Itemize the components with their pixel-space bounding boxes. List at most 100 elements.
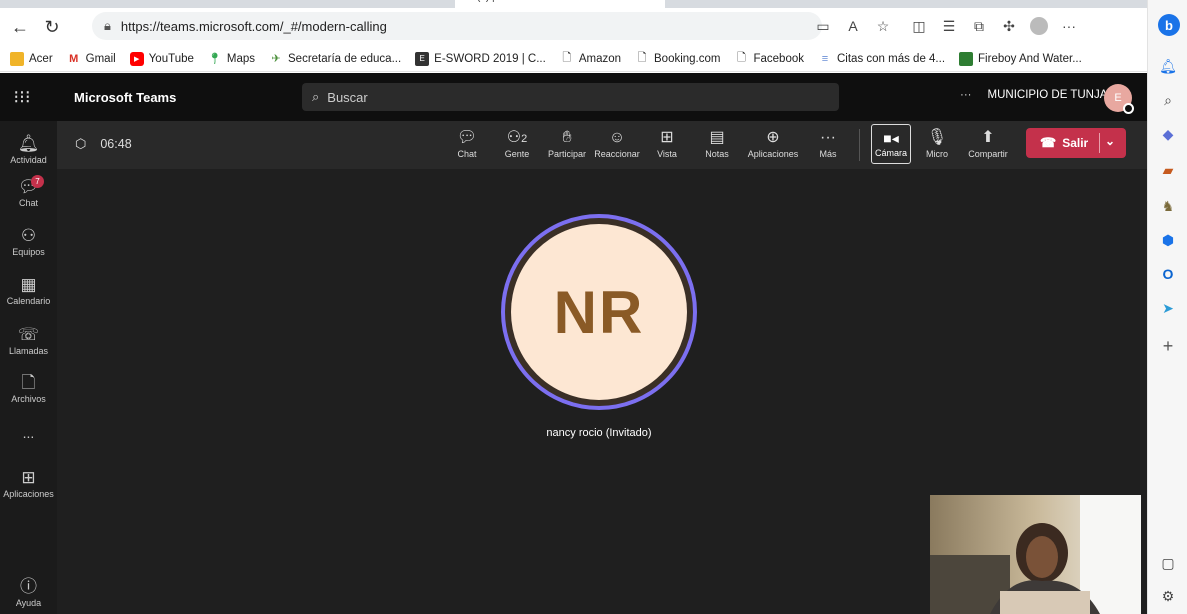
browser-tab-active[interactable]: (9) | Microsoft Teams: [455, 0, 665, 8]
teams-left-rail: 🔔︎ Actividad 💬︎ 7 Chat ⚇ Equipos ▦ Calen…: [0, 121, 57, 614]
leave-button[interactable]: ☎ Salir ⌄: [1026, 128, 1126, 158]
bookmarks-bar: Acer M Gmail ▶ YouTube 📍︎ Maps ✈ Secretaría …: [0, 46, 1147, 72]
page-icon: 🗋︎: [637, 52, 647, 64]
apps-icon: ⊞: [21, 468, 36, 487]
browser-menu-icon[interactable]: ···: [1054, 12, 1084, 40]
esword-icon: E: [415, 51, 430, 66]
people-button[interactable]: ⚇2 Gente: [492, 127, 542, 159]
apps-button[interactable]: ⊕ Aplicaciones: [745, 127, 801, 159]
back-icon[interactable]: ←: [6, 13, 34, 41]
send-icon[interactable]: ➤: [1158, 298, 1178, 318]
outlook-icon[interactable]: O: [1158, 264, 1178, 284]
share-icon: ⬆: [981, 129, 995, 146]
rail-item-aplicaciones[interactable]: ⊞ Aplicaciones: [0, 467, 57, 499]
plane-icon: ✈: [271, 53, 281, 65]
favorites-icon[interactable]: ☰: [934, 12, 964, 40]
people-count: 2: [521, 133, 528, 145]
rail-item-calendario[interactable]: ▦ Calendario: [0, 274, 57, 306]
notes-icon: ▤: [709, 129, 725, 146]
participant-name: nancy rocio (Invitado): [546, 427, 652, 439]
browser-toolbar-icons: ▭ A ☆ ◫ ☰ ⧉ ✣ ···: [808, 12, 1084, 40]
browser-tab[interactable]: Calendario: educacion.institucional...: [265, 0, 450, 8]
bookmark-item[interactable]: 🗋︎ Amazon: [560, 52, 621, 66]
extensions-icon[interactable]: ✣: [994, 12, 1024, 40]
add-icon[interactable]: +: [1158, 336, 1178, 356]
bookmark-item[interactable]: ✈ Secretaría de educa...: [269, 52, 401, 66]
games-icon[interactable]: ♞: [1158, 196, 1178, 216]
user-avatar[interactable]: E: [1104, 84, 1134, 114]
bookmark-item[interactable]: E E-SWORD 2019 | C...: [415, 51, 546, 66]
org-switcher[interactable]: ··· MUNICIPIO DE TUNJA: [960, 89, 1107, 101]
settings-gear-icon[interactable]: ⚙: [1158, 586, 1178, 606]
bookmark-item[interactable]: Fireboy And Water...: [959, 51, 1082, 66]
file-icon: 🗋︎: [21, 373, 36, 392]
game-icon: [959, 51, 974, 66]
chat-button[interactable]: 💬︎ Chat: [442, 127, 492, 159]
more-icon[interactable]: ···: [960, 89, 972, 101]
unread-badge: 7: [31, 175, 44, 188]
bing-icon[interactable]: b: [1158, 14, 1180, 36]
rail-item-more[interactable]: ...: [0, 425, 57, 441]
bookmark-item[interactable]: 🗋︎ Facebook: [734, 52, 804, 66]
browser-toolbar: ← ↻ 🔒︎ https://teams.microsoft.com/_#/mo…: [0, 8, 1147, 46]
meeting-stage: ⬡ 06:48 💬︎ Chat ⚇2 Gente ✋︎ Participar ☺…: [57, 121, 1147, 614]
chat-icon: 💬︎: [17, 177, 40, 196]
help-icon: ⓘ: [20, 577, 37, 596]
browser-tab-strip: Correo: educacion.institucional... Calen…: [0, 0, 1147, 8]
share-button[interactable]: ⬆ Compartir: [961, 127, 1015, 159]
favorite-star-icon[interactable]: ☆: [868, 12, 898, 40]
meeting-timer: ⬡ 06:48: [75, 136, 132, 151]
more-icon: ···: [820, 129, 836, 146]
self-video-image: [930, 495, 1141, 614]
bookmark-item[interactable]: 📍︎ Maps: [208, 52, 255, 66]
bookmark-item[interactable]: M Gmail: [67, 52, 116, 66]
view-button[interactable]: ⊞ Vista: [642, 127, 692, 159]
rail-item-ayuda[interactable]: ⓘ Ayuda: [0, 576, 57, 608]
office-icon[interactable]: ⬢: [1158, 230, 1178, 250]
rail-item-actividad[interactable]: 🔔︎ Actividad: [0, 133, 57, 165]
browser-tab[interactable]: Correo: educacion.institucional...: [40, 0, 260, 8]
split-screen-icon[interactable]: ◫: [904, 12, 934, 40]
bookmark-item[interactable]: Acer: [10, 51, 53, 66]
video-camera-icon: ■◂: [883, 130, 899, 146]
more-button[interactable]: ··· Más: [803, 127, 853, 159]
chevron-down-icon[interactable]: ⌄: [1105, 134, 1115, 148]
notes-button[interactable]: ▤ Notas: [692, 127, 742, 159]
tag-icon[interactable]: ◆: [1158, 124, 1178, 144]
search-input[interactable]: ⌕ Buscar: [302, 83, 839, 111]
app-title: Microsoft Teams: [74, 90, 177, 105]
participant-initials: NR: [511, 224, 687, 400]
video-icon[interactable]: ▭: [808, 12, 838, 40]
react-button[interactable]: ☺ Reaccionar: [592, 127, 642, 159]
self-video-preview[interactable]: [930, 495, 1141, 614]
grid-icon: ⊞: [660, 129, 674, 146]
rail-item-chat[interactable]: 💬︎ 7 Chat: [0, 175, 57, 208]
search-icon[interactable]: ⌕: [1158, 90, 1178, 110]
rail-item-equipos[interactable]: ⚇ Equipos: [0, 225, 57, 257]
collections-icon[interactable]: ⧉: [964, 12, 994, 40]
camera-button[interactable]: ■◂ Cámara: [871, 124, 911, 164]
rail-item-archivos[interactable]: 🗋︎ Archivos: [0, 372, 57, 404]
app-launcher-icon[interactable]: ⁝⁝⁝: [0, 73, 44, 121]
bookmark-item[interactable]: ▶ YouTube: [129, 51, 194, 66]
profile-icon[interactable]: [1024, 12, 1054, 40]
more-icon: ...: [22, 425, 35, 441]
mic-button[interactable]: 🎙︎ Micro: [915, 127, 959, 159]
youtube-icon: ▶: [129, 51, 144, 66]
tools-icon[interactable]: ▰: [1158, 160, 1178, 180]
raise-hand-button[interactable]: ✋︎ Participar: [542, 127, 592, 159]
rail-item-llamadas[interactable]: ☏ Llamadas: [0, 324, 57, 356]
address-bar[interactable]: 🔒︎ https://teams.microsoft.com/_#/modern…: [92, 12, 822, 40]
read-aloud-icon[interactable]: A: [838, 12, 868, 40]
notification-bell-icon[interactable]: 🔔︎: [1158, 56, 1178, 76]
maps-icon: 📍︎: [207, 53, 222, 65]
refresh-icon[interactable]: ↻: [38, 13, 66, 41]
plus-square-icon: ⊕: [766, 129, 780, 146]
bookmark-item[interactable]: 🗋︎ Booking.com: [635, 52, 721, 66]
bookmark-item[interactable]: ≡ Citas con más de 4...: [818, 52, 945, 66]
shield-icon: ⬡: [75, 136, 87, 151]
sidebar-layout-icon[interactable]: ▢: [1158, 553, 1178, 573]
search-icon: ⌕: [312, 89, 320, 104]
teams-header: ⁝⁝⁝ Microsoft Teams ⌕ Buscar ··· MUNICIP…: [0, 73, 1147, 121]
microphone-icon: 🎙︎: [926, 129, 948, 146]
